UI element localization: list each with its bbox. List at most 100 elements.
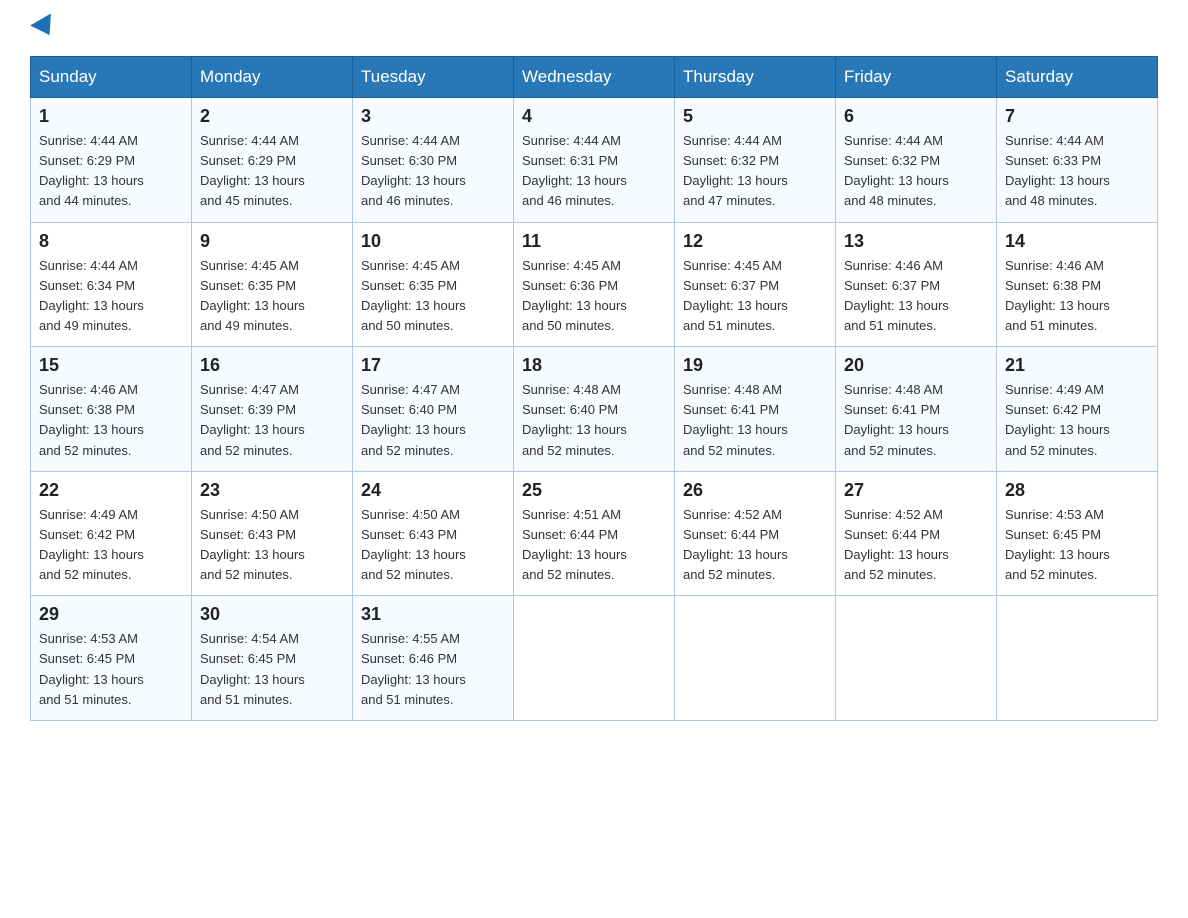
day-number: 10 xyxy=(361,231,505,252)
calendar-cell: 14 Sunrise: 4:46 AMSunset: 6:38 PMDaylig… xyxy=(997,222,1158,347)
calendar-cell: 10 Sunrise: 4:45 AMSunset: 6:35 PMDaylig… xyxy=(353,222,514,347)
calendar-cell: 4 Sunrise: 4:44 AMSunset: 6:31 PMDayligh… xyxy=(514,98,675,223)
calendar-week-row: 1 Sunrise: 4:44 AMSunset: 6:29 PMDayligh… xyxy=(31,98,1158,223)
day-info: Sunrise: 4:44 AMSunset: 6:33 PMDaylight:… xyxy=(1005,133,1110,208)
day-info: Sunrise: 4:44 AMSunset: 6:32 PMDaylight:… xyxy=(683,133,788,208)
day-info: Sunrise: 4:52 AMSunset: 6:44 PMDaylight:… xyxy=(683,507,788,582)
calendar-week-row: 22 Sunrise: 4:49 AMSunset: 6:42 PMDaylig… xyxy=(31,471,1158,596)
calendar-cell xyxy=(675,596,836,721)
calendar-week-row: 8 Sunrise: 4:44 AMSunset: 6:34 PMDayligh… xyxy=(31,222,1158,347)
day-info: Sunrise: 4:46 AMSunset: 6:38 PMDaylight:… xyxy=(39,382,144,457)
day-number: 19 xyxy=(683,355,827,376)
day-info: Sunrise: 4:50 AMSunset: 6:43 PMDaylight:… xyxy=(361,507,466,582)
day-info: Sunrise: 4:49 AMSunset: 6:42 PMDaylight:… xyxy=(1005,382,1110,457)
day-number: 3 xyxy=(361,106,505,127)
calendar-cell: 1 Sunrise: 4:44 AMSunset: 6:29 PMDayligh… xyxy=(31,98,192,223)
header-friday: Friday xyxy=(836,57,997,98)
header-tuesday: Tuesday xyxy=(353,57,514,98)
day-info: Sunrise: 4:44 AMSunset: 6:29 PMDaylight:… xyxy=(200,133,305,208)
calendar-cell: 6 Sunrise: 4:44 AMSunset: 6:32 PMDayligh… xyxy=(836,98,997,223)
day-number: 2 xyxy=(200,106,344,127)
day-info: Sunrise: 4:53 AMSunset: 6:45 PMDaylight:… xyxy=(39,631,144,706)
day-info: Sunrise: 4:44 AMSunset: 6:31 PMDaylight:… xyxy=(522,133,627,208)
day-number: 29 xyxy=(39,604,183,625)
calendar-cell: 5 Sunrise: 4:44 AMSunset: 6:32 PMDayligh… xyxy=(675,98,836,223)
calendar-cell: 29 Sunrise: 4:53 AMSunset: 6:45 PMDaylig… xyxy=(31,596,192,721)
calendar-cell: 24 Sunrise: 4:50 AMSunset: 6:43 PMDaylig… xyxy=(353,471,514,596)
day-info: Sunrise: 4:49 AMSunset: 6:42 PMDaylight:… xyxy=(39,507,144,582)
header xyxy=(30,20,1158,38)
calendar-cell: 16 Sunrise: 4:47 AMSunset: 6:39 PMDaylig… xyxy=(192,347,353,472)
day-number: 18 xyxy=(522,355,666,376)
day-number: 11 xyxy=(522,231,666,252)
calendar-cell xyxy=(836,596,997,721)
calendar-cell: 7 Sunrise: 4:44 AMSunset: 6:33 PMDayligh… xyxy=(997,98,1158,223)
calendar-cell: 20 Sunrise: 4:48 AMSunset: 6:41 PMDaylig… xyxy=(836,347,997,472)
calendar-cell: 31 Sunrise: 4:55 AMSunset: 6:46 PMDaylig… xyxy=(353,596,514,721)
day-info: Sunrise: 4:53 AMSunset: 6:45 PMDaylight:… xyxy=(1005,507,1110,582)
day-number: 23 xyxy=(200,480,344,501)
day-info: Sunrise: 4:50 AMSunset: 6:43 PMDaylight:… xyxy=(200,507,305,582)
header-thursday: Thursday xyxy=(675,57,836,98)
day-number: 28 xyxy=(1005,480,1149,501)
calendar-cell: 9 Sunrise: 4:45 AMSunset: 6:35 PMDayligh… xyxy=(192,222,353,347)
header-wednesday: Wednesday xyxy=(514,57,675,98)
day-number: 24 xyxy=(361,480,505,501)
day-number: 1 xyxy=(39,106,183,127)
day-number: 25 xyxy=(522,480,666,501)
calendar-cell: 22 Sunrise: 4:49 AMSunset: 6:42 PMDaylig… xyxy=(31,471,192,596)
day-info: Sunrise: 4:52 AMSunset: 6:44 PMDaylight:… xyxy=(844,507,949,582)
day-number: 31 xyxy=(361,604,505,625)
day-info: Sunrise: 4:54 AMSunset: 6:45 PMDaylight:… xyxy=(200,631,305,706)
day-info: Sunrise: 4:44 AMSunset: 6:32 PMDaylight:… xyxy=(844,133,949,208)
calendar-cell xyxy=(514,596,675,721)
calendar-cell: 15 Sunrise: 4:46 AMSunset: 6:38 PMDaylig… xyxy=(31,347,192,472)
day-number: 27 xyxy=(844,480,988,501)
day-info: Sunrise: 4:48 AMSunset: 6:41 PMDaylight:… xyxy=(683,382,788,457)
day-info: Sunrise: 4:45 AMSunset: 6:37 PMDaylight:… xyxy=(683,258,788,333)
day-info: Sunrise: 4:45 AMSunset: 6:35 PMDaylight:… xyxy=(200,258,305,333)
day-info: Sunrise: 4:46 AMSunset: 6:38 PMDaylight:… xyxy=(1005,258,1110,333)
calendar-cell: 28 Sunrise: 4:53 AMSunset: 6:45 PMDaylig… xyxy=(997,471,1158,596)
day-info: Sunrise: 4:46 AMSunset: 6:37 PMDaylight:… xyxy=(844,258,949,333)
day-number: 12 xyxy=(683,231,827,252)
day-info: Sunrise: 4:51 AMSunset: 6:44 PMDaylight:… xyxy=(522,507,627,582)
day-number: 15 xyxy=(39,355,183,376)
calendar-cell: 23 Sunrise: 4:50 AMSunset: 6:43 PMDaylig… xyxy=(192,471,353,596)
day-info: Sunrise: 4:47 AMSunset: 6:40 PMDaylight:… xyxy=(361,382,466,457)
day-number: 21 xyxy=(1005,355,1149,376)
day-info: Sunrise: 4:45 AMSunset: 6:36 PMDaylight:… xyxy=(522,258,627,333)
day-number: 26 xyxy=(683,480,827,501)
calendar-week-row: 15 Sunrise: 4:46 AMSunset: 6:38 PMDaylig… xyxy=(31,347,1158,472)
day-number: 30 xyxy=(200,604,344,625)
calendar-cell: 2 Sunrise: 4:44 AMSunset: 6:29 PMDayligh… xyxy=(192,98,353,223)
day-number: 9 xyxy=(200,231,344,252)
day-number: 4 xyxy=(522,106,666,127)
day-info: Sunrise: 4:48 AMSunset: 6:41 PMDaylight:… xyxy=(844,382,949,457)
calendar-cell: 25 Sunrise: 4:51 AMSunset: 6:44 PMDaylig… xyxy=(514,471,675,596)
calendar-cell: 3 Sunrise: 4:44 AMSunset: 6:30 PMDayligh… xyxy=(353,98,514,223)
calendar-cell: 26 Sunrise: 4:52 AMSunset: 6:44 PMDaylig… xyxy=(675,471,836,596)
calendar-week-row: 29 Sunrise: 4:53 AMSunset: 6:45 PMDaylig… xyxy=(31,596,1158,721)
day-info: Sunrise: 4:44 AMSunset: 6:34 PMDaylight:… xyxy=(39,258,144,333)
day-number: 16 xyxy=(200,355,344,376)
calendar-cell: 18 Sunrise: 4:48 AMSunset: 6:40 PMDaylig… xyxy=(514,347,675,472)
day-number: 7 xyxy=(1005,106,1149,127)
header-saturday: Saturday xyxy=(997,57,1158,98)
day-number: 20 xyxy=(844,355,988,376)
header-monday: Monday xyxy=(192,57,353,98)
calendar-header-row: Sunday Monday Tuesday Wednesday Thursday… xyxy=(31,57,1158,98)
calendar-cell: 21 Sunrise: 4:49 AMSunset: 6:42 PMDaylig… xyxy=(997,347,1158,472)
logo-triangle-icon xyxy=(30,13,60,41)
day-number: 5 xyxy=(683,106,827,127)
day-number: 17 xyxy=(361,355,505,376)
calendar-cell: 19 Sunrise: 4:48 AMSunset: 6:41 PMDaylig… xyxy=(675,347,836,472)
day-info: Sunrise: 4:44 AMSunset: 6:29 PMDaylight:… xyxy=(39,133,144,208)
calendar-cell: 27 Sunrise: 4:52 AMSunset: 6:44 PMDaylig… xyxy=(836,471,997,596)
day-info: Sunrise: 4:47 AMSunset: 6:39 PMDaylight:… xyxy=(200,382,305,457)
logo xyxy=(30,20,58,38)
day-number: 8 xyxy=(39,231,183,252)
calendar-cell: 12 Sunrise: 4:45 AMSunset: 6:37 PMDaylig… xyxy=(675,222,836,347)
calendar-cell xyxy=(997,596,1158,721)
header-sunday: Sunday xyxy=(31,57,192,98)
